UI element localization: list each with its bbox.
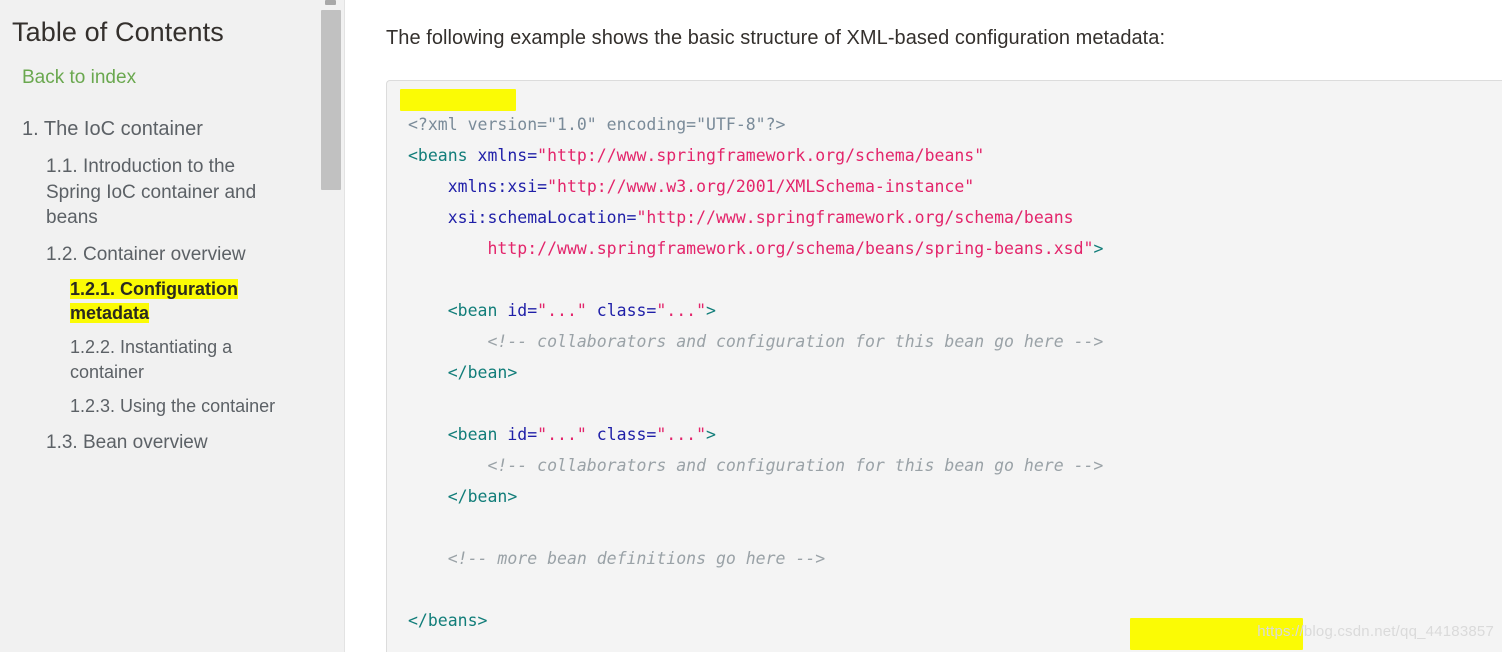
sidebar-item-ioc-container[interactable]: 1. The IoC container [22,116,329,142]
toc-item-label: 1. The IoC container [22,118,203,141]
code-token-tag: <beans [408,146,468,165]
scroll-up-arrow-icon[interactable] [325,0,336,5]
code-token-str: "http://www.springframework.org/schema/b… [636,208,1074,227]
sidebar-item-introduction[interactable]: 1.1. Introduction to the Spring IoC cont… [46,154,286,229]
code-token-punc: > [1093,239,1104,258]
code-token-tag: </bean> [408,487,518,506]
toc-list: 1. The IoC container 1.1. Introduction t… [10,116,329,455]
code-token-tag: </bean> [408,363,518,382]
code-token-attr: xmlns= [467,146,538,165]
code-token-punc: > [706,425,716,444]
code-token-attr: id= [497,301,538,320]
page-root: Table of Contents Back to index 1. The I… [0,0,1502,652]
main-content: The following example shows the basic st… [345,0,1502,652]
code-content: <?xml version="1.0" encoding="UTF-8"?> <… [387,81,1502,636]
sidebar-content: Table of Contents Back to index 1. The I… [0,16,345,455]
code-token-cmt: <!-- collaborators and configuration for… [408,456,1104,475]
sidebar-item-using-the-container[interactable]: 1.2.3. Using the container [70,394,300,418]
code-token-str: "http://www.springframework.org/schema/b… [537,146,985,165]
code-token-str: http://www.springframework.org/schema/be… [408,239,1094,258]
code-token-str: "..." [656,301,707,320]
sidebar-item-container-overview[interactable]: 1.2. Container overview [46,242,286,267]
toc-item-label-highlighted: 1.2.1. Configuration metadata [70,278,239,324]
code-token-decl: <?xml version="1.0" encoding="UTF-8"?> [408,115,786,134]
toc-item-label: 1.1. Introduction to the Spring IoC cont… [46,156,257,228]
toc-item-label: 1.2.2. Instantiating a container [70,337,233,382]
toc-item-label: 1.2. Container overview [46,243,246,265]
code-token-str: "..." [537,425,587,444]
code-token-cmt: <!-- more bean definitions go here --> [408,549,826,568]
code-token-str: "..." [656,425,707,444]
code-token-attr: xsi:schemaLocation= [408,208,637,227]
toc-item-label: 1.2.3. Using the container [70,395,276,416]
code-token-attr: class= [586,425,657,444]
sidebar-item-bean-overview[interactable]: 1.3. Bean overview [46,430,286,455]
code-token-attr: class= [586,301,657,320]
code-token-punc: > [706,301,716,320]
toc-item-label: 1.3. Bean overview [46,432,208,454]
table-of-contents-sidebar: Table of Contents Back to index 1. The I… [0,0,345,652]
code-token-str: "..." [537,301,587,320]
code-token-tag: <bean [408,301,498,320]
sidebar-item-instantiating-a-container[interactable]: 1.2.2. Instantiating a container [70,335,300,384]
sidebar-scrollbar-thumb[interactable] [321,10,341,190]
code-highlight-bottom [1130,618,1303,650]
code-token-tag: </beans> [408,611,488,630]
page-title: Table of Contents [12,17,224,47]
sidebar-item-configuration-metadata[interactable]: 1.2.1. Configuration metadata [70,277,300,326]
code-token-attr: xmlns:xsi= [408,177,548,196]
code-token-str: "http://www.w3.org/2001/XMLSchema-instan… [547,177,975,196]
code-highlight-top [400,89,516,111]
intro-paragraph: The following example shows the basic st… [386,27,1166,49]
code-token-cmt: <!-- collaborators and configuration for… [408,332,1104,351]
xml-code-block[interactable]: <?xml version="1.0" encoding="UTF-8"?> <… [386,80,1502,652]
code-token-attr: id= [497,425,538,444]
back-to-index-link[interactable]: Back to index [22,66,329,91]
code-token-tag: <bean [408,425,498,444]
